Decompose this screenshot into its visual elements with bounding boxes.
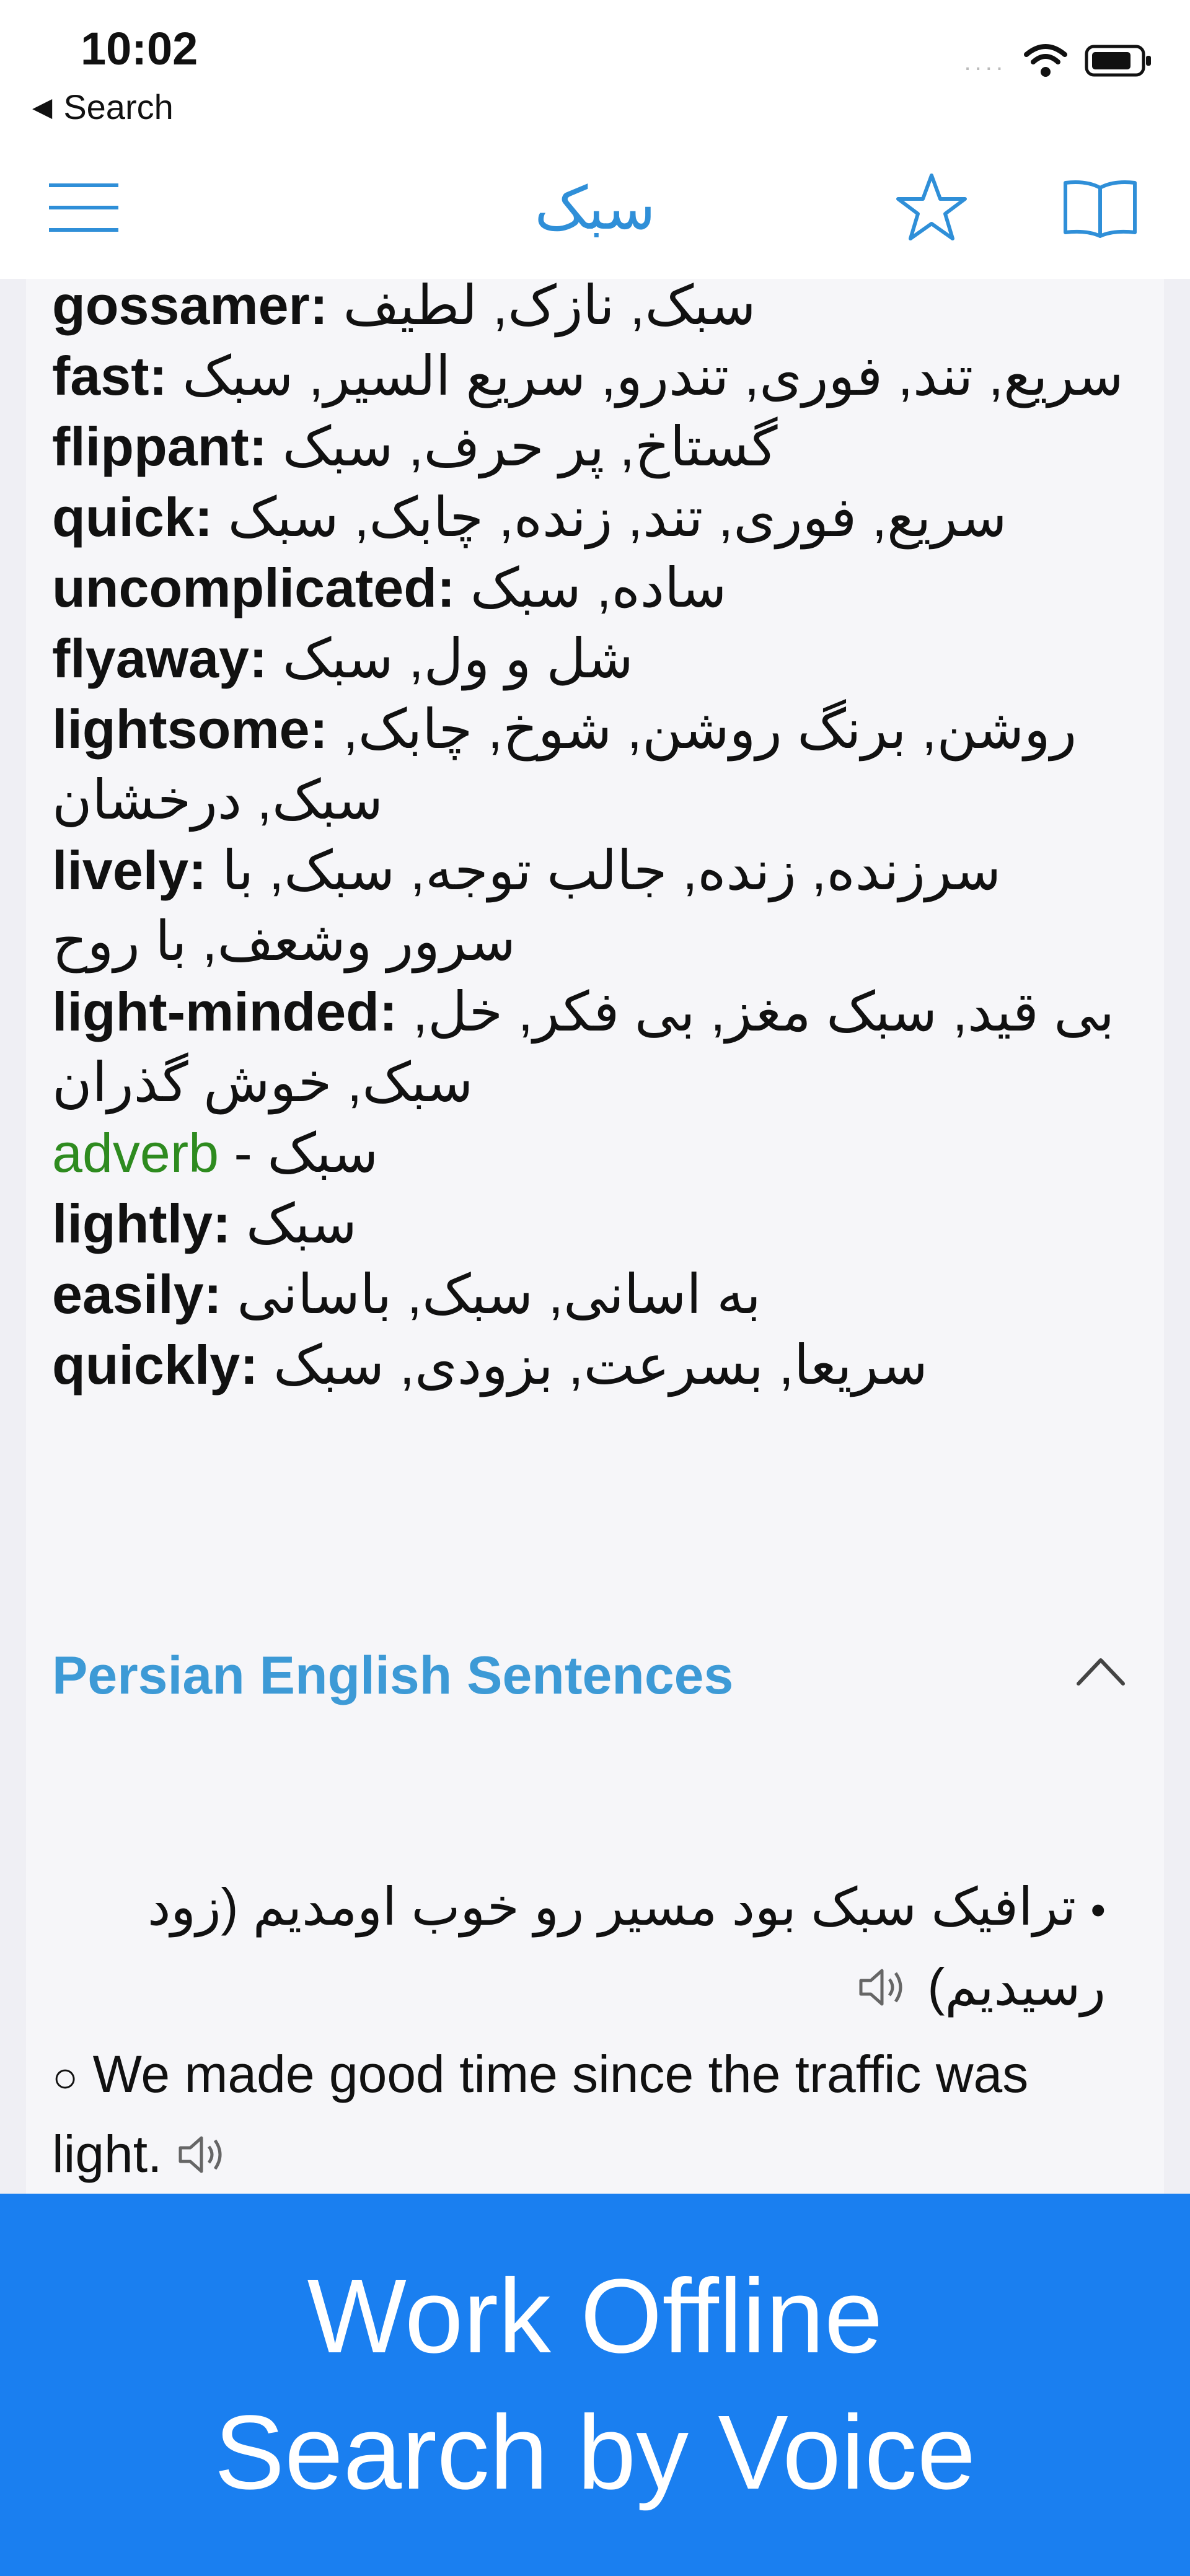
entry-persian-translation: سبک — [267, 1122, 379, 1184]
translation-entry: flyaway: شل و ول, سبک — [52, 623, 1138, 694]
entry-english-word[interactable]: gossamer: — [52, 279, 328, 336]
entry-english-word[interactable]: quick: — [52, 486, 213, 548]
speaker-icon[interactable] — [177, 2120, 232, 2194]
entry-english-word[interactable]: uncomplicated: — [52, 557, 455, 618]
translation-entry: flippant: گستاخ, پر حرف, سبک — [52, 411, 1138, 482]
entry-english-word[interactable]: lightsome: — [52, 698, 328, 760]
entry-english-word[interactable]: flyaway: — [52, 628, 267, 689]
bullet-filled: • — [1090, 1886, 1106, 1934]
sentence-english: ○ We made good time since the traffic wa… — [52, 2036, 1127, 2194]
speaker-icon[interactable] — [857, 1953, 913, 2029]
status-icons: .... — [964, 43, 1153, 81]
book-icon[interactable] — [1060, 170, 1140, 245]
back-label: Search — [63, 87, 174, 126]
entry-english-word[interactable]: lightly: — [52, 1193, 231, 1254]
entry-persian-translation: سبک, نازک, لطیف — [343, 279, 756, 336]
promo-line-voice: Search by Voice — [214, 2394, 976, 2512]
entry-english-word[interactable]: quickly: — [52, 1334, 258, 1396]
entry-persian-translation: سریع, فوری, تند, زنده, چابک, سبک — [227, 486, 1007, 548]
translation-entry: lightsome: روشن, برنگ روشن, شوخ, چابک, س… — [52, 694, 1138, 835]
translation-entry: quickly: سریعا, بسرعت, بزودی, سبک — [52, 1330, 1138, 1400]
sentences-section-title: Persian English Sentences — [52, 1646, 734, 1705]
star-icon[interactable] — [891, 170, 972, 245]
bullet-hollow: ○ — [52, 2053, 79, 2101]
promo-line-offline: Work Offline — [307, 2257, 883, 2375]
entry-english-word[interactable]: easily: — [52, 1264, 222, 1325]
entry-english-word[interactable]: lively: — [52, 840, 206, 901]
translation-entry: adverb - سبک — [52, 1122, 379, 1184]
back-triangle-icon: ◀ — [32, 92, 53, 121]
signal-dots: .... — [964, 48, 1007, 76]
translation-entry: lightly: سبک — [52, 1189, 1138, 1259]
sentences-card: Persian English Sentences • ترافیک سبک ب… — [26, 1602, 1164, 2194]
promo-banner: Work Offline Search by Voice — [0, 2194, 1190, 2576]
entry-english-word[interactable]: light-minded: — [52, 981, 397, 1042]
entry-persian-translation: سریع, تند, فوری, تندرو, سریع السیر, سبک — [182, 345, 1124, 407]
wifi-icon — [1024, 43, 1067, 81]
entry-persian-translation: شل و ول, سبک — [282, 628, 633, 689]
entry-persian-translation: به اسانی, سبک, باسانی — [237, 1264, 761, 1325]
sentence-persian: • ترافیک سبک بود مسیر رو خوب اومدیم (زود… — [52, 1868, 1106, 2029]
translation-entry: fast: سریع, تند, فوری, تندرو, سریع السیر… — [52, 341, 1138, 411]
sentence-persian-text: ترافیک سبک بود مسیر رو خوب اومدیم (زود ر… — [148, 1878, 1106, 2016]
entry-persian-translation: گستاخ, پر حرف, سبک — [282, 416, 778, 477]
translations-list: سبکسر, سبک رفتارgossamer: سبک, نازک, لطی… — [52, 279, 1138, 1400]
translation-entry: uncomplicated: ساده, سبک — [52, 553, 1138, 623]
entry-persian-translation: سبک — [245, 1193, 357, 1254]
translation-entry: light-minded: بی قید, سبک مغز, بی فکر, خ… — [52, 977, 1138, 1118]
content-area: سبکسر, سبک رفتارgossamer: سبک, نازک, لطی… — [0, 279, 1190, 2194]
translation-entry: quick: سریع, فوری, تند, زنده, چابک, سبک — [52, 482, 1138, 553]
battery-icon — [1085, 43, 1153, 81]
chevron-up-icon[interactable] — [1070, 1646, 1132, 1696]
entry-english-word[interactable]: flippant: — [52, 416, 267, 477]
status-bar: 10:02 ◀ Search .... — [0, 0, 1190, 136]
status-time: 10:02 — [81, 23, 198, 74]
entry-english-word[interactable]: fast: — [52, 345, 167, 407]
entry-persian-translation: سریعا, بسرعت, بزودی, سبک — [273, 1334, 928, 1396]
back-to-search-link[interactable]: ◀ Search — [32, 87, 174, 127]
nav-bar: سبک — [0, 136, 1190, 281]
translation-entry: easily: به اسانی, سبک, باسانی — [52, 1259, 1138, 1330]
page-title: سبک — [534, 175, 656, 242]
translation-entry: gossamer: سبک, نازک, لطیف — [52, 279, 1138, 341]
part-of-speech-label: adverb — [52, 1122, 219, 1184]
entry-persian-translation: ساده, سبک — [470, 557, 727, 618]
translation-entry: lively: سرزنده, زنده, جالب توجه, سبک, با… — [52, 835, 1138, 977]
